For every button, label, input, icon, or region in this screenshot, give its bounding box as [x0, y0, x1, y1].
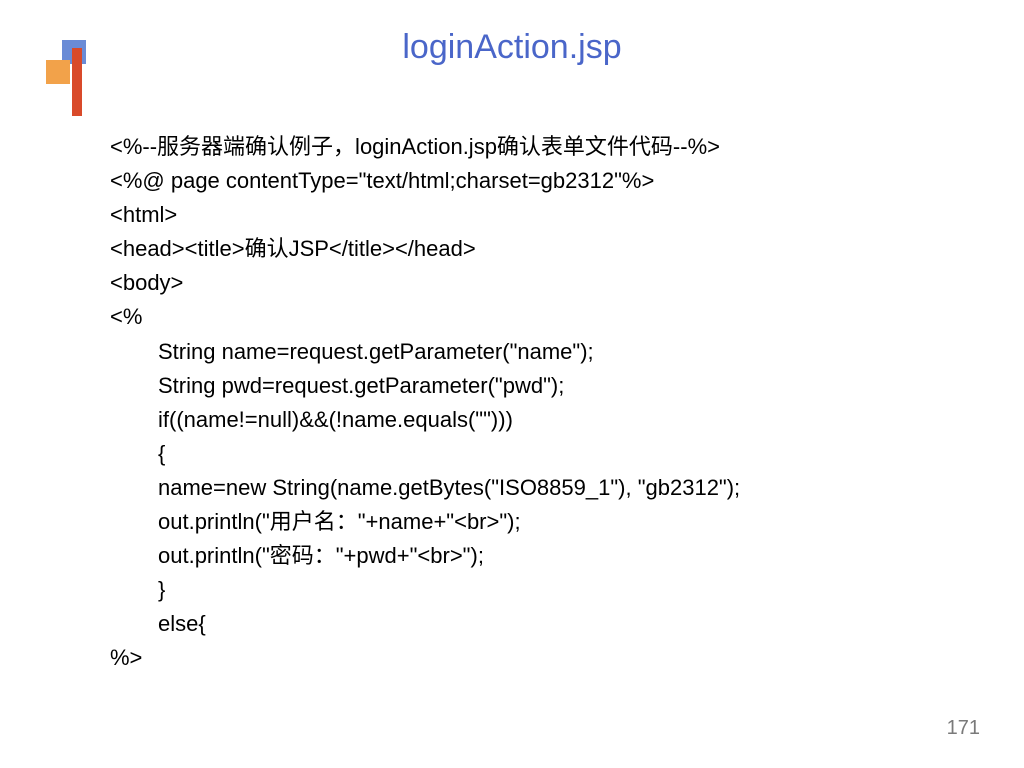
code-line: %>	[110, 641, 930, 675]
code-line: <%@ page contentType="text/html;charset=…	[110, 164, 930, 198]
code-line: name=new String(name.getBytes("ISO8859_1…	[110, 471, 930, 505]
code-line: if((name!=null)&&(!name.equals("")))	[110, 403, 930, 437]
code-line: String pwd=request.getParameter("pwd");	[110, 369, 930, 403]
code-line: else{	[110, 607, 930, 641]
code-line: out.println("密码："+pwd+"<br>");	[110, 539, 930, 573]
code-line: <html>	[110, 198, 930, 232]
slide-title: loginAction.jsp	[0, 28, 1024, 67]
code-line: {	[110, 437, 930, 471]
code-line: <%	[110, 300, 930, 334]
code-line: }	[110, 573, 930, 607]
code-line: <%--服务器端确认例子，loginAction.jsp确认表单文件代码--%>	[110, 130, 930, 164]
code-block: <%--服务器端确认例子，loginAction.jsp确认表单文件代码--%>…	[110, 130, 930, 676]
code-line: <head><title>确认JSP</title></head>	[110, 232, 930, 266]
code-line: <body>	[110, 266, 930, 300]
code-line: String name=request.getParameter("name")…	[110, 335, 930, 369]
code-line: out.println("用户名："+name+"<br>");	[110, 505, 930, 539]
slide: loginAction.jsp <%--服务器端确认例子，loginAction…	[0, 0, 1024, 768]
page-number: 171	[947, 717, 980, 740]
